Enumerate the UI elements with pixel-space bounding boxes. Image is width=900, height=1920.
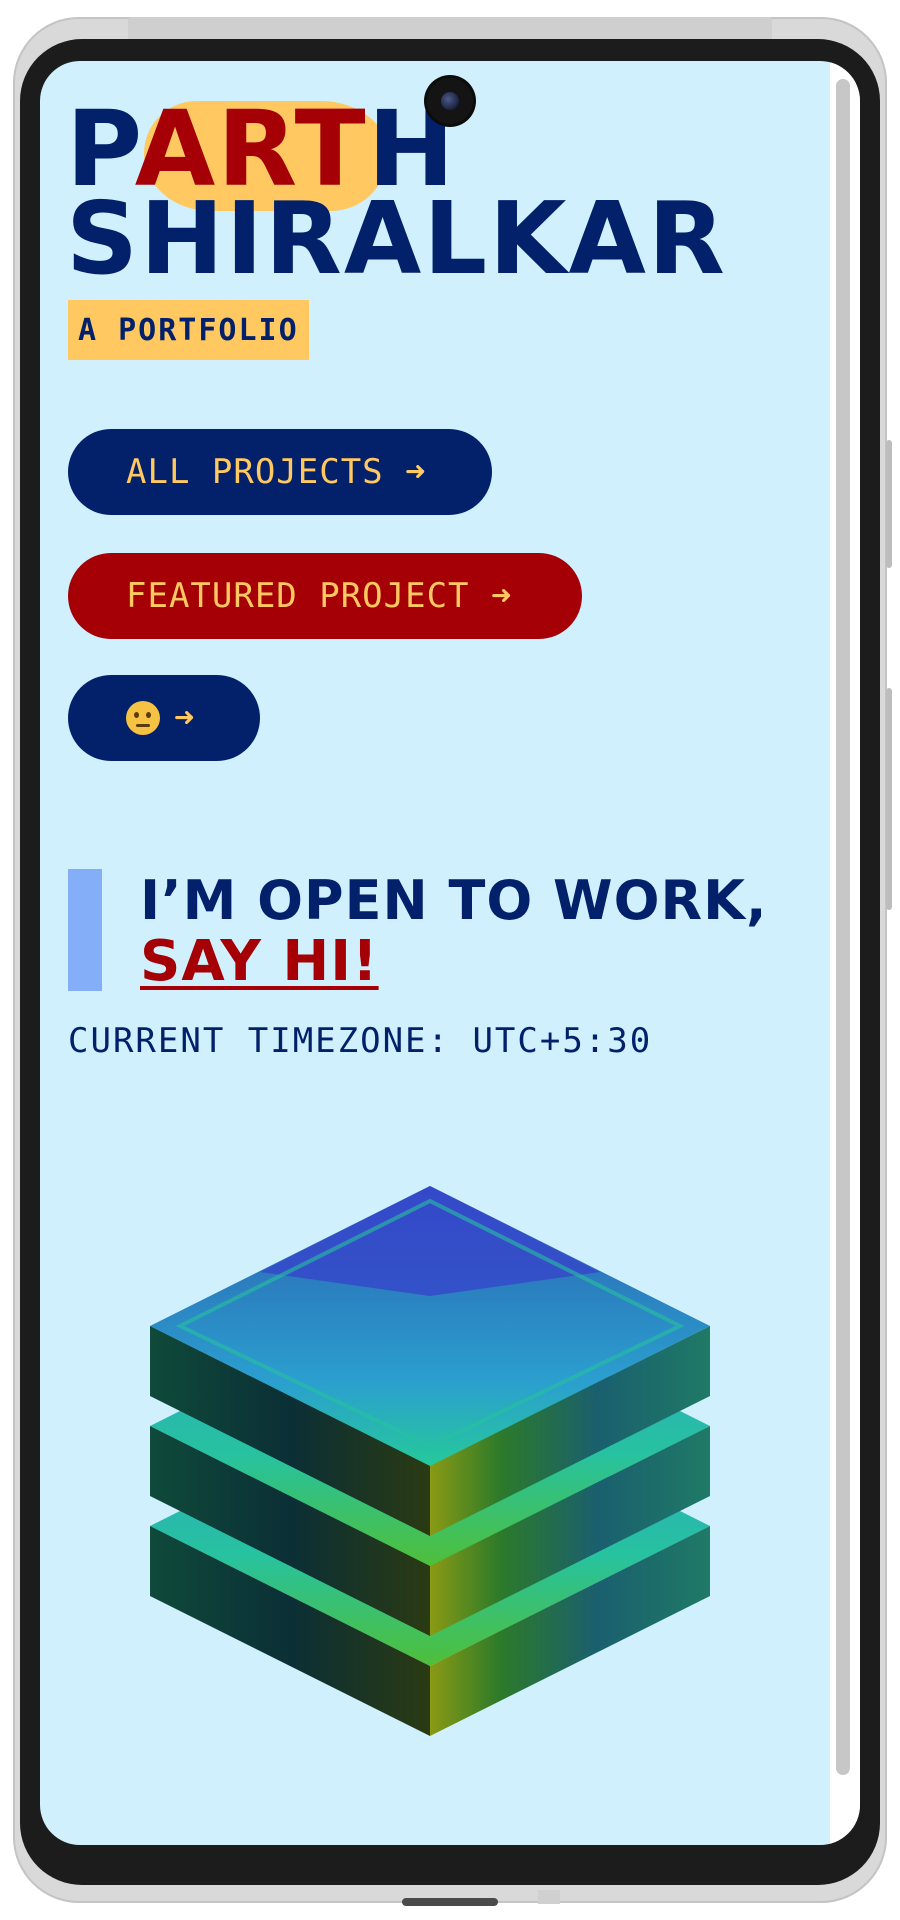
phone-port <box>538 1890 560 1904</box>
featured-project-label: FEATURED PROJECT ➜ <box>126 576 513 616</box>
power-button <box>886 688 892 910</box>
open-to-work-heading: I’M OPEN TO WORK, <box>140 869 768 932</box>
accent-bar <box>68 869 102 991</box>
front-camera <box>427 78 473 124</box>
name-line-2: SHIRALKAR <box>66 180 727 297</box>
portfolio-tag-label: A PORTFOLIO <box>78 312 299 348</box>
phone-speaker <box>402 1898 498 1906</box>
say-hi-link[interactable]: SAY HI! <box>140 929 379 994</box>
about-arrow-label: ➜ <box>174 698 196 738</box>
timezone-text: CURRENT TIMEZONE: UTC+5:30 <box>68 1021 653 1061</box>
all-projects-button[interactable]: ALL PROJECTS ➜ <box>68 429 492 515</box>
isometric-terrain-illustration <box>150 1186 710 1736</box>
about-button[interactable]: ➜ <box>68 675 260 761</box>
raised-eyebrow-icon <box>126 701 160 735</box>
portfolio-tag: A PORTFOLIO <box>68 300 309 360</box>
volume-button <box>886 440 892 568</box>
all-projects-label: ALL PROJECTS ➜ <box>126 452 427 492</box>
scrollbar-thumb[interactable] <box>836 79 850 1775</box>
featured-project-button[interactable]: FEATURED PROJECT ➜ <box>68 553 582 639</box>
phone-top-edge <box>128 17 772 41</box>
screen: PARTH SHIRALKAR A PORTFOLIO ALL PROJECTS… <box>40 61 860 1845</box>
